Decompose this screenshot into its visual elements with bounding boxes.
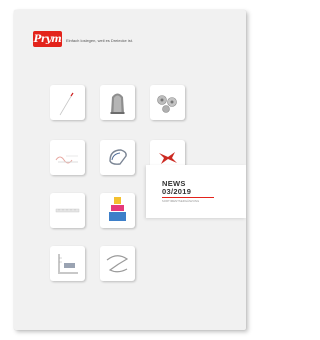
thread-spools-icon [109, 197, 126, 221]
product-tile-gauge [50, 246, 85, 281]
product-tile-thimble [100, 85, 135, 120]
measuring-gauge-icon [58, 254, 78, 274]
prym-logo: Prym [33, 31, 62, 47]
iron-on-icon [109, 149, 127, 165]
product-tile-needle [50, 85, 85, 120]
product-tile-loop-turner [50, 140, 85, 175]
product-tile-cord [100, 246, 135, 281]
catalog-cover: Prym Einfach loslegen, weil es Dreiecke … [14, 10, 246, 330]
cord-icon [106, 255, 129, 273]
thimble-icon [110, 93, 125, 114]
product-tile-ruler [50, 193, 85, 228]
loop-turner-icon [55, 155, 78, 164]
ruler-icon [55, 208, 80, 213]
tagline: Einfach loslegen, weil es Dreiecke ist. [66, 38, 133, 43]
news-band: NEWS 03/2019 SORTIMENTSERGÄNZUNG [146, 165, 246, 218]
product-tile-snaps [150, 85, 185, 120]
snap-fasteners-icon [157, 95, 177, 113]
product-tile-iron-on [100, 140, 135, 175]
logo-text: Prym [33, 33, 62, 45]
news-issue: 03/2019 [162, 187, 192, 196]
needle-icon [59, 92, 74, 116]
product-tile-thread-spools [100, 193, 135, 228]
news-subtitle: SORTIMENTSERGÄNZUNG [162, 200, 200, 203]
news-divider [162, 197, 214, 198]
